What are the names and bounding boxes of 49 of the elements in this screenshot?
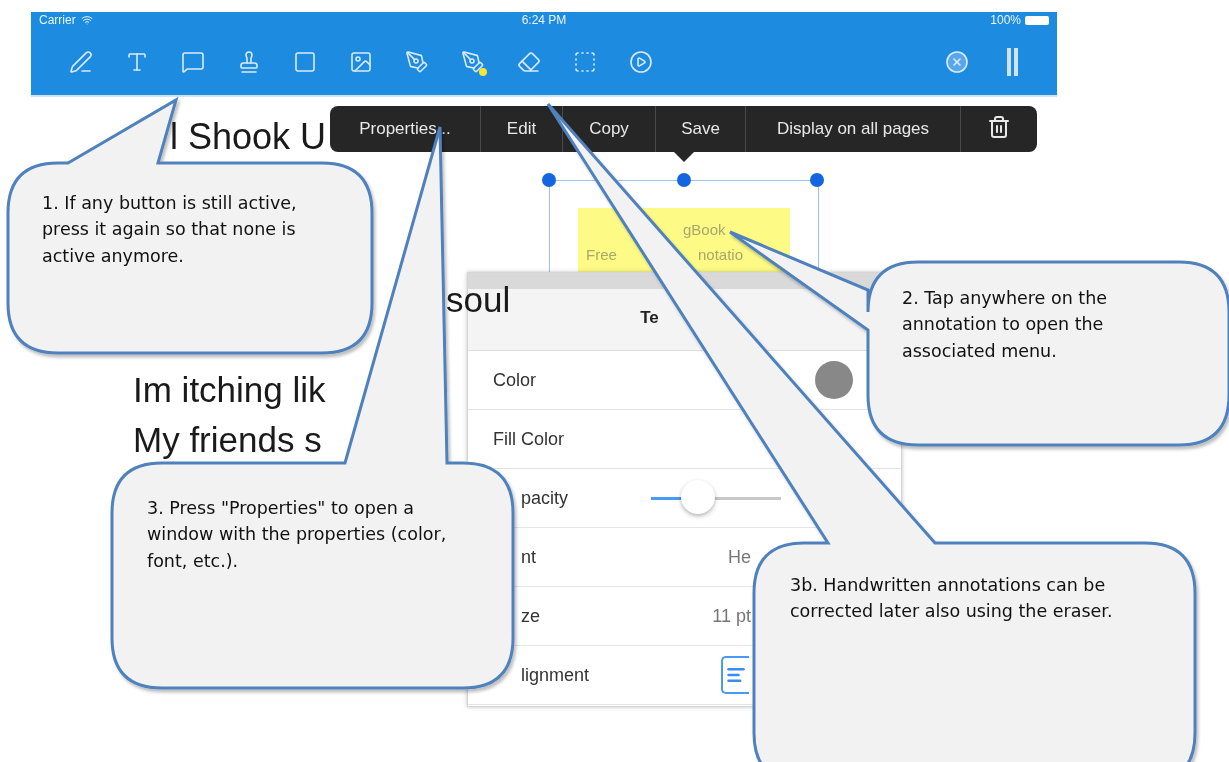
selection-icon [573, 49, 597, 74]
menu-item[interactable]: Properties... [330, 106, 480, 152]
slider-thumb[interactable] [680, 480, 715, 514]
battery-icon [1025, 15, 1049, 25]
lyric-text: Im itching lik [133, 372, 326, 407]
row-value: 11 pt [712, 605, 751, 627]
row-label: ze [521, 605, 541, 627]
image-icon [349, 49, 373, 74]
menu-item[interactable]: Display on all pages [745, 106, 960, 152]
play-icon [629, 49, 653, 74]
song-title: l Shook U [170, 119, 327, 155]
color-swatch[interactable] [815, 361, 853, 399]
columns-icon [1006, 46, 1020, 77]
selection-handle[interactable] [542, 173, 556, 187]
row-label: nt [521, 546, 537, 568]
eraser-icon [517, 49, 541, 74]
pen-icon [461, 49, 485, 74]
close-icon [945, 49, 969, 74]
note-text: Free [586, 246, 617, 263]
comment-icon [181, 49, 205, 74]
pen-icon [69, 49, 93, 74]
selection-handle[interactable] [677, 173, 691, 187]
pen-color-dot [479, 67, 487, 76]
row-value: He [728, 546, 751, 568]
pen-icon [405, 49, 429, 74]
row-label: Fill Color [493, 428, 565, 450]
selection-handle[interactable] [810, 173, 824, 187]
menu-item[interactable]: Save [655, 106, 745, 152]
panel-title: Te [640, 307, 659, 328]
callout-text: 2. Tap anywhere on the annotation to open the associated menu. [902, 287, 1108, 363]
battery-label: 100% [990, 13, 1021, 27]
carrier-label: Carrier [39, 13, 76, 27]
callout-text: 1. If any button is still active, press it again so that none is active anymore. [42, 192, 298, 268]
note-text: gBook [683, 221, 726, 238]
align-left-button[interactable] [721, 656, 749, 694]
row-label: pacity [521, 487, 570, 509]
status-time: 6:24 PM [521, 13, 567, 27]
row-label: lignment [521, 664, 591, 686]
stamp-icon [237, 49, 261, 74]
wifi-icon [80, 14, 93, 26]
align-left-icon [726, 665, 746, 685]
callout-text: 3b. Handwritten annotations can be corrected later also using the eraser. [790, 574, 1114, 624]
lyric-text: soul [446, 282, 511, 317]
note-text: notatio [698, 246, 744, 263]
callout-text: 3. Press "Properties" to open a window with the properties (color, font, etc.). [147, 497, 448, 573]
lyric-text: My friends s [133, 422, 322, 457]
rectangle-icon [293, 49, 317, 74]
row-label: Color [493, 369, 537, 391]
trash-icon [987, 114, 1011, 139]
